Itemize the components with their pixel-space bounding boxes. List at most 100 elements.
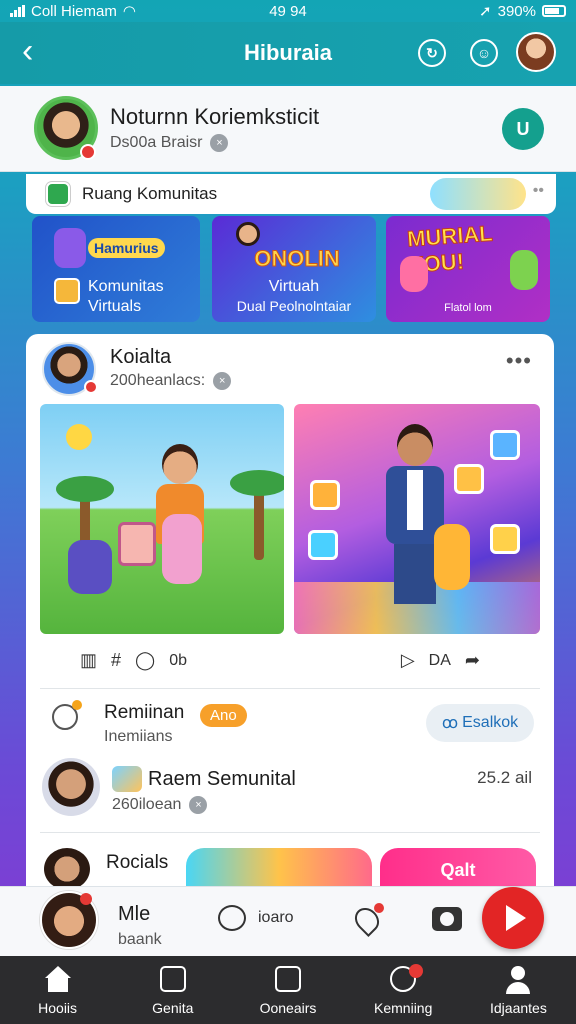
person-title: Raem Semunital [148,768,296,790]
profile-icon [511,966,526,980]
status-bar: Coll Hiemam ◠ 49 94 ➚ 390% [0,0,576,22]
divider [40,688,540,689]
community-label: Ruang Komunitas [82,184,218,203]
carrier-label: Coll Hiemam [31,2,117,20]
share-icon[interactable]: ➦ [465,650,480,671]
profile-name: Noturnn Koriemksticit [110,104,320,129]
location-icon: ➚ [479,3,492,20]
post-image-family[interactable] [40,404,284,634]
nav-item-search[interactable]: Genita [115,956,230,1024]
close-icon[interactable]: × [210,134,229,152]
home-icon [44,966,71,978]
nav-label: Kemniing [374,1000,433,1016]
feedback-label: Esalkok [462,714,519,731]
views-icon: ◯ [135,650,156,670]
post-subtitle: 200heanlacs: × [110,372,232,390]
reels-avatar [44,848,90,890]
action-label: DA [428,651,451,669]
thumbnail [112,766,142,792]
list-item[interactable]: Raem Semunital 260iloean × 25.2 ail [40,754,540,832]
user-avatar[interactable] [516,32,556,72]
play-button[interactable] [482,887,544,949]
banner-line1: Komunitas [88,278,164,295]
sun-illustration [66,424,92,450]
clipboard-icon [275,966,301,992]
banner-murial[interactable]: MURIAL YOU! Flatol lom [386,216,550,322]
timestamp: 25.2 ail [477,768,532,787]
toy-box [118,522,156,566]
kid-figure [510,250,538,290]
reminder-badge: Ano [200,704,247,727]
post-author-name[interactable]: Koialta [110,346,171,369]
views-count: 0b [169,651,187,669]
person-avatar [42,758,100,816]
notification-dot [409,964,424,978]
banner-line2: Virtuals [88,298,142,315]
reminder-dot [72,700,82,710]
banner-line2: Dual Peolnolntaiar [236,298,352,314]
clock: 49 94 [269,2,307,20]
banner-headline: ONOLIN [254,246,341,272]
kid-figure [400,256,428,292]
banner-virtual-community[interactable]: Hamurius Komunitas Virtuals [32,216,200,322]
bottom-nav: Hooiis Genita Ooneairs Kemniing Idjaante… [0,956,576,1024]
robot-icon [54,228,86,268]
close-icon[interactable]: × [189,796,208,814]
more-options-icon[interactable]: ••• [506,348,532,374]
chat-label[interactable]: ioaro [258,909,294,927]
checkbox-icon [54,278,80,304]
reels-title: Rocials [106,852,169,873]
battery-percent: 390% [497,2,536,20]
nav-item-clipboard[interactable]: Ooneairs [230,956,345,1024]
more-icon[interactable]: •• [533,182,544,200]
grid-icon[interactable]: ▥ [80,650,97,671]
banner-line1: Flatol lom [444,302,492,314]
author-badge [84,380,98,394]
feedback-icon: ꝏ [441,715,459,732]
reel-card[interactable] [186,848,372,890]
hashtag-label[interactable]: # [111,650,121,671]
search-doc-icon [159,966,186,992]
kid-icon [236,222,260,246]
app-header: ‹ Hiburaia ↻ ☺ [0,22,576,84]
play-outline-icon[interactable]: ▷ [401,650,415,671]
reminder-row: Remiinan Ano Inemiians ꝏ Esalkok [40,694,540,756]
post-image-performer[interactable] [294,404,540,634]
camera-icon[interactable] [432,907,462,931]
palm-tree [230,470,284,560]
reminder-subtitle: Inemiians [104,728,173,745]
game-tile [490,524,520,554]
divider [40,832,540,833]
game-tile [490,430,520,460]
feedback-button[interactable]: ꝏ Esalkok [426,704,534,742]
signal-icon [10,5,25,17]
refresh-icon[interactable]: ↻ [418,39,446,67]
profile-subtitle: Ds00a Braisr × [110,134,229,152]
nav-item-home[interactable]: Hooiis [0,956,115,1024]
profile-subtitle-text: Ds00a Braisr [110,134,203,151]
reel-card[interactable]: Qalt [380,848,536,890]
game-tile [310,480,340,510]
battery-icon [542,5,566,17]
community-bar[interactable]: Ruang Komunitas •• [26,174,556,214]
nav-item-profile[interactable]: Idjaantes [461,956,576,1024]
notification-dot [80,893,92,905]
now-playing-bar: Mle baank ioaro [0,886,576,956]
post-actions: ▥ # ◯ 0b ▷ DA ➦ [40,642,540,678]
banner-online[interactable]: ONOLIN Virtuah Dual Peolnolntaiar [212,216,376,322]
now-playing-title: Mle [118,903,151,925]
smiley-icon[interactable]: ☺ [470,39,498,67]
community-icon [46,182,70,206]
mic-button[interactable]: U [502,108,544,150]
now-playing-subtitle: baank [118,931,162,948]
nav-label: Genita [152,1000,194,1016]
close-icon[interactable]: × [213,372,232,390]
profile-card: Noturnn Koriemksticit Ds00a Braisr × U [0,86,576,172]
person-subtitle: 260iloean × [112,796,208,814]
child-figure [162,514,202,584]
child-figure [434,524,470,590]
nav-item-music[interactable]: Kemniing [346,956,461,1024]
wifi-icon: ◠ [122,3,136,20]
banner-line1: Virtuah [268,278,320,295]
chat-icon[interactable] [218,905,246,931]
